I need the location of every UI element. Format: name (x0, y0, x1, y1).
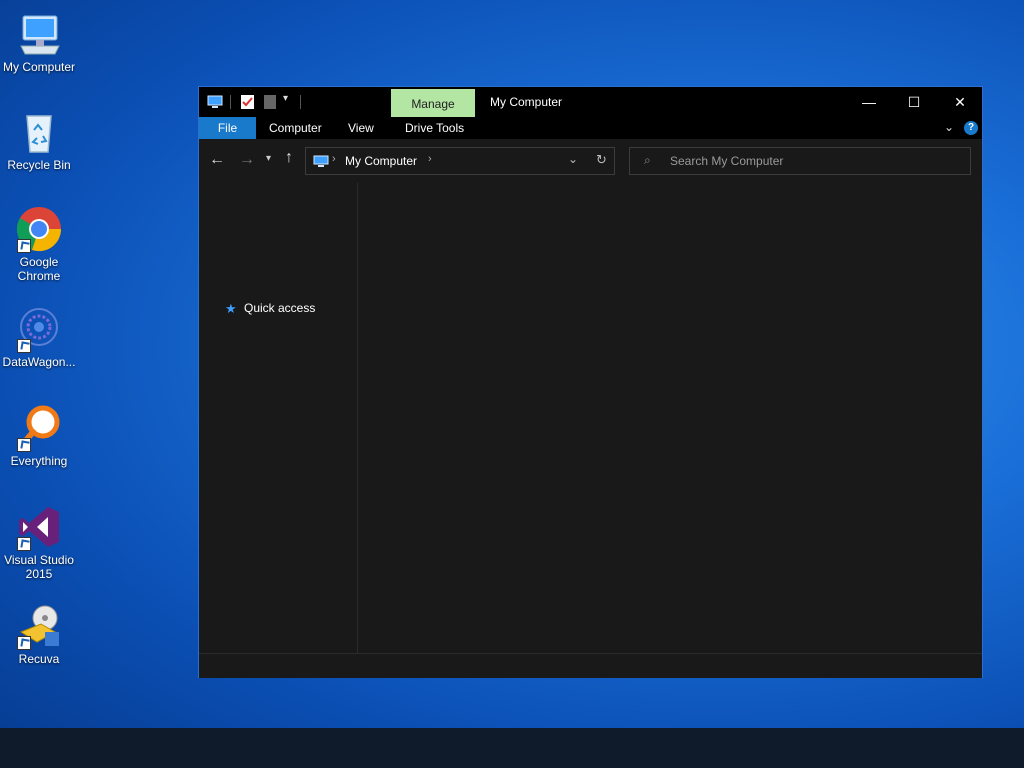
close-button[interactable]: ✕ (937, 87, 983, 117)
recent-locations-icon[interactable]: ▾ (266, 153, 271, 164)
address-dropdown-icon[interactable]: ⌄ (568, 152, 578, 166)
shortcut-arrow-icon (17, 339, 31, 353)
shortcut-arrow-icon (17, 438, 31, 452)
desktop-icon-everything[interactable]: Everything (0, 404, 78, 468)
desktop-icon-recycle-bin[interactable]: Recycle Bin (0, 108, 78, 172)
new-folder-icon[interactable] (264, 95, 276, 109)
search-box[interactable]: ⌕ Search My Computer (629, 147, 971, 175)
shortcut-arrow-icon (17, 636, 31, 650)
manage-context-tab[interactable]: Manage (391, 89, 475, 117)
desktop-icon-recuva[interactable]: Recuva (0, 602, 78, 666)
desktop-icon-datawagon[interactable]: DataWagon... (0, 305, 78, 369)
breadcrumb-my-computer[interactable]: My Computer (345, 154, 417, 168)
qat-divider (230, 95, 231, 109)
tab-view[interactable]: View (340, 117, 382, 139)
tab-computer[interactable]: Computer (261, 117, 330, 139)
maximize-button[interactable]: ☐ (891, 87, 937, 117)
desktop-icon-label: Recuva (18, 652, 60, 666)
minimize-button[interactable]: — (846, 87, 892, 117)
shortcut-arrow-icon (17, 239, 31, 253)
tab-drive-tools[interactable]: Drive Tools (397, 117, 472, 139)
address-row: ← → ▾ ↑ › My Computer › ⌄ ↻ ⌕ Search My … (199, 139, 982, 183)
explorer-window[interactable]: ▾ Manage My Computer — ☐ ✕ File Computer… (198, 86, 983, 678)
desktop-icon-label: Recycle Bin (7, 158, 71, 172)
refresh-icon[interactable]: ↻ (596, 152, 607, 168)
content-pane[interactable] (359, 183, 982, 653)
qat-dropdown-icon[interactable]: ▾ (283, 93, 288, 104)
tab-file[interactable]: File (199, 117, 256, 139)
recycle-bin-icon (15, 108, 63, 156)
breadcrumb-separator-icon: › (332, 153, 336, 165)
desktop-icon-label: Everything (10, 454, 68, 468)
computer-icon (207, 95, 223, 109)
chrome-icon (15, 205, 63, 253)
datawagon-icon (15, 305, 63, 353)
navigation-pane-items: ★ Quick access (199, 183, 357, 653)
recuva-icon (15, 602, 63, 650)
desktop-icon-label: Visual Studio 2015 (4, 553, 74, 581)
desktop-icon-label: Google Chrome (17, 255, 61, 283)
up-arrow-icon[interactable]: ↑ (285, 149, 293, 167)
search-placeholder: Search My Computer (670, 154, 784, 168)
ribbon-expand-icon[interactable]: ⌄ (944, 120, 954, 134)
window-title: My Computer (490, 95, 563, 109)
computer-icon (15, 10, 63, 58)
desktop-icon-label: DataWagon... (2, 355, 76, 369)
breadcrumb-separator-icon: › (428, 153, 432, 165)
computer-icon (313, 155, 329, 167)
nav-label: Quick access (244, 301, 316, 315)
everything-search-icon (15, 404, 63, 452)
desktop-icon-my-computer[interactable]: My Computer (0, 10, 78, 74)
back-arrow-icon[interactable]: ← (209, 151, 225, 169)
desktop-icon-visual-studio[interactable]: Visual Studio 2015 (0, 503, 78, 581)
shortcut-arrow-icon (17, 537, 31, 551)
desktop-icon-label: My Computer (2, 60, 76, 74)
search-icon: ⌕ (644, 153, 651, 167)
properties-icon[interactable] (241, 95, 254, 109)
status-bar (199, 653, 982, 678)
qat-divider (300, 95, 301, 109)
forward-arrow-icon[interactable]: → (239, 151, 255, 169)
ribbon-tabs: File Computer View Drive Tools ⌄ ? (199, 117, 982, 139)
visual-studio-icon (15, 503, 63, 551)
desktop-icon-google-chrome[interactable]: Google Chrome (0, 205, 78, 283)
address-bar[interactable]: › My Computer › ⌄ ↻ (305, 147, 615, 175)
star-icon: ★ (225, 301, 237, 316)
help-icon[interactable]: ? (964, 121, 978, 135)
title-bar[interactable]: ▾ Manage My Computer — ☐ ✕ (199, 87, 982, 117)
taskbar (0, 728, 1024, 768)
nav-quick-access[interactable]: ★ Quick access (199, 297, 355, 319)
